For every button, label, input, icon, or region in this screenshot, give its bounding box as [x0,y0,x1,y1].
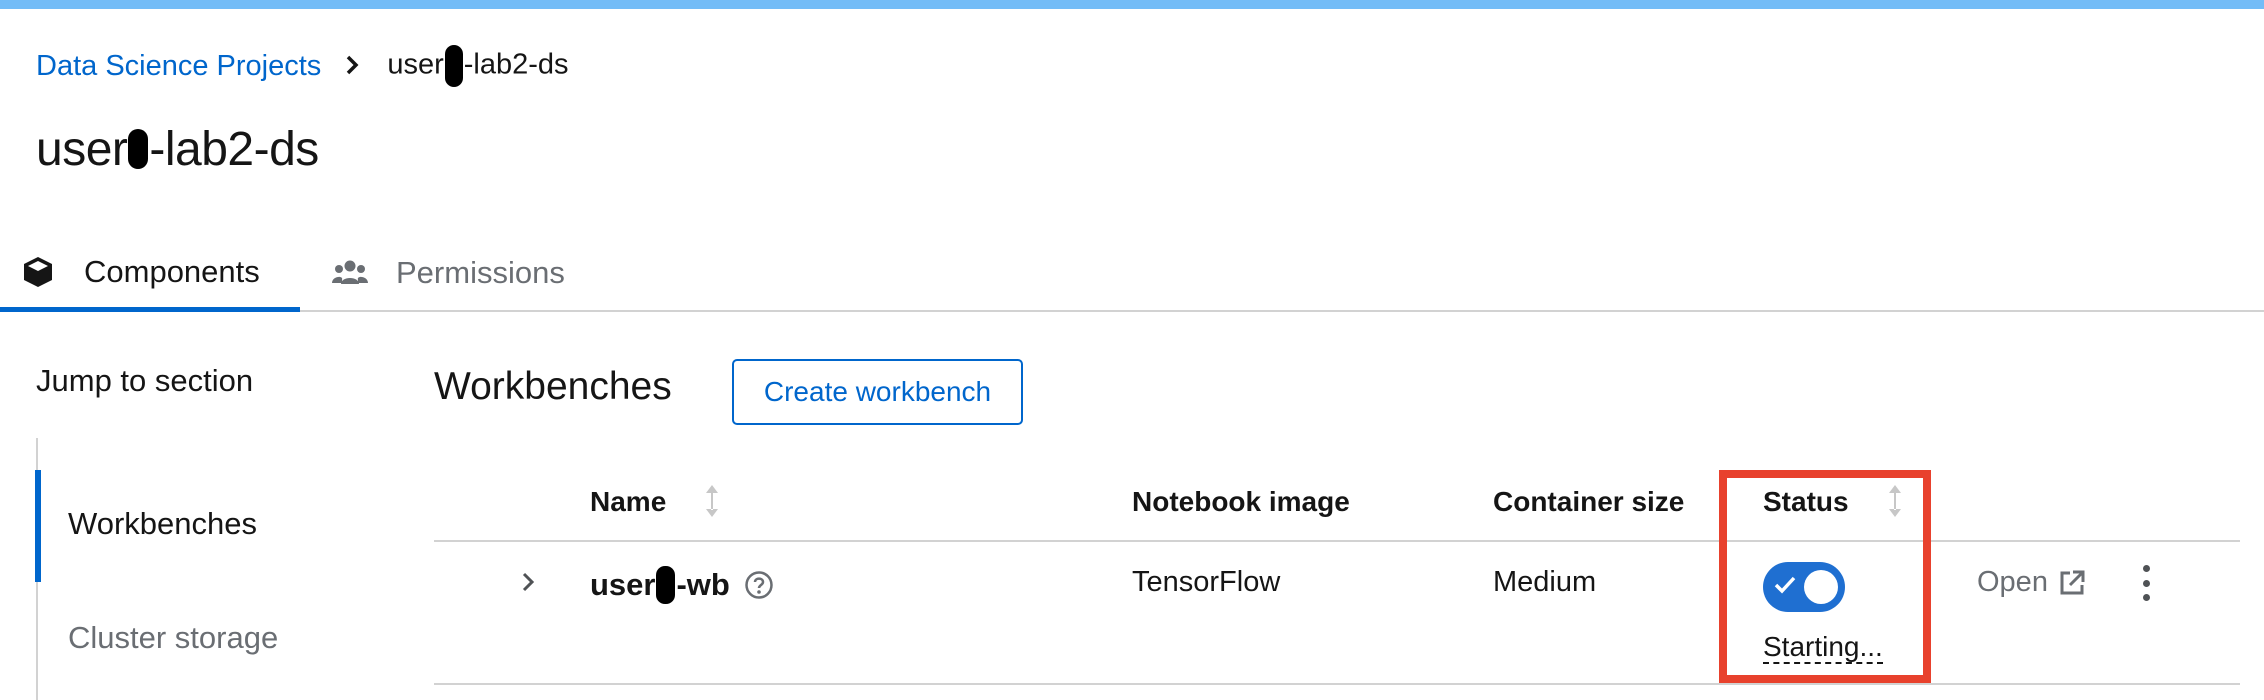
chevron-right-icon [345,51,359,82]
table-row-divider [434,683,2240,685]
redaction-mark [444,45,463,87]
breadcrumb-link-data-science-projects[interactable]: Data Science Projects [36,50,321,83]
kebab-dot [2142,565,2150,572]
redaction-mark [656,566,676,604]
breadcrumb: Data Science Projects user -lab2-ds [36,45,569,87]
breadcrumb-current: user -lab2-ds [387,45,569,87]
kebab-dot [2142,594,2150,601]
workbench-notebook-image: TensorFlow [1132,566,1281,598]
workbenches-section-title: Workbenches [434,365,672,408]
create-workbench-button[interactable]: Create workbench [732,359,1023,425]
column-header-name[interactable]: Name [590,486,666,518]
breadcrumb-current-prefix: user [387,48,444,81]
page-title: user -lab2-ds [36,122,319,177]
column-header-notebook-image: Notebook image [1132,486,1350,517]
jump-nav-active-indicator [35,470,41,582]
breadcrumb-current-suffix: -lab2-ds [463,48,569,81]
workbench-status-toggle[interactable] [1763,562,1845,612]
help-icon[interactable] [744,570,774,600]
tab-permissions-label: Permissions [396,255,565,290]
open-workbench-link[interactable]: Open [1977,566,2086,599]
chevron-right-icon [522,572,535,592]
jump-nav-item-workbenches[interactable]: Workbenches [68,506,257,542]
top-accent-bar [0,0,2264,9]
jump-nav-item-cluster-storage[interactable]: Cluster storage [68,620,278,656]
workbench-name: user -wb [590,566,774,604]
row-actions-kebab-icon[interactable] [2136,565,2156,601]
page-title-prefix: user [36,123,128,176]
row-expand-toggle[interactable] [512,566,544,598]
workbench-name-prefix: user [590,567,656,602]
sort-icon[interactable] [704,484,720,518]
kebab-dot [2142,579,2150,587]
page-title-suffix: -lab2-ds [149,123,319,176]
users-icon [330,253,370,293]
tab-components-label: Components [84,253,260,289]
column-header-container-size: Container size [1493,486,1685,517]
toggle-knob [1804,570,1838,604]
redaction-mark [128,129,149,170]
cube-icon [18,252,58,292]
tab-components[interactable]: Components [0,236,300,312]
check-icon [1774,576,1796,594]
table-header-divider [434,540,2240,542]
open-link-label: Open [1977,566,2048,598]
tab-permissions[interactable]: Permissions [330,236,565,310]
external-link-icon [2058,569,2086,597]
workbench-status-text[interactable]: Starting... [1763,632,1883,664]
jump-to-section-title: Jump to section [36,363,254,398]
project-tabs: Components Permissions [0,236,2264,312]
workbench-container-size: Medium [1493,566,1597,598]
workbench-name-suffix: -wb [676,567,730,602]
